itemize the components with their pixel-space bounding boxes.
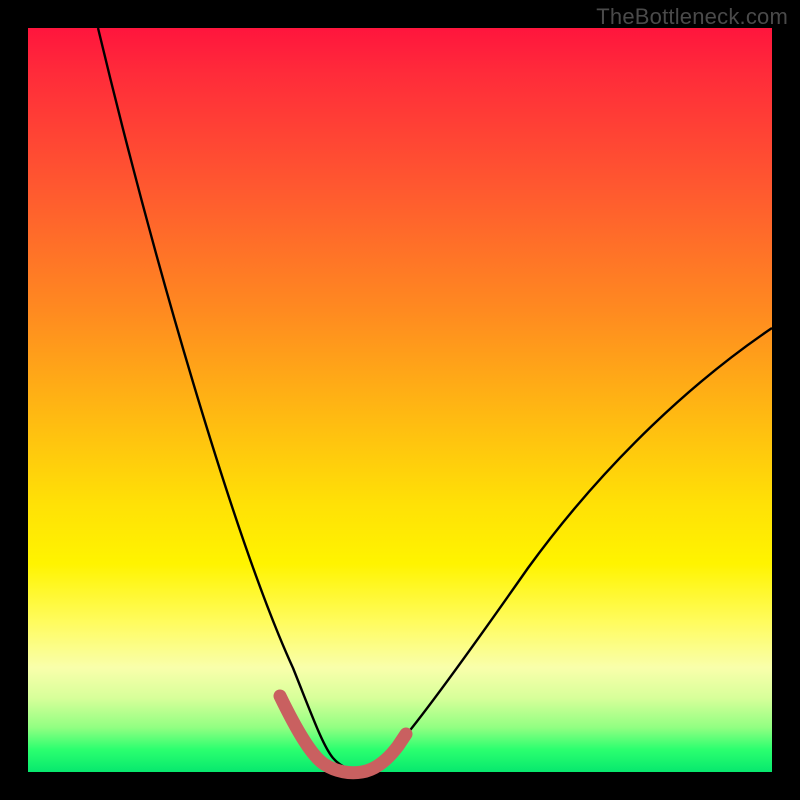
watermark-text: TheBottleneck.com	[596, 4, 788, 30]
chart-frame: TheBottleneck.com	[0, 0, 800, 800]
bottleneck-curve	[98, 28, 772, 770]
valley-highlight	[280, 696, 406, 773]
bottleneck-curve-svg	[28, 28, 772, 772]
plot-area	[28, 28, 772, 772]
